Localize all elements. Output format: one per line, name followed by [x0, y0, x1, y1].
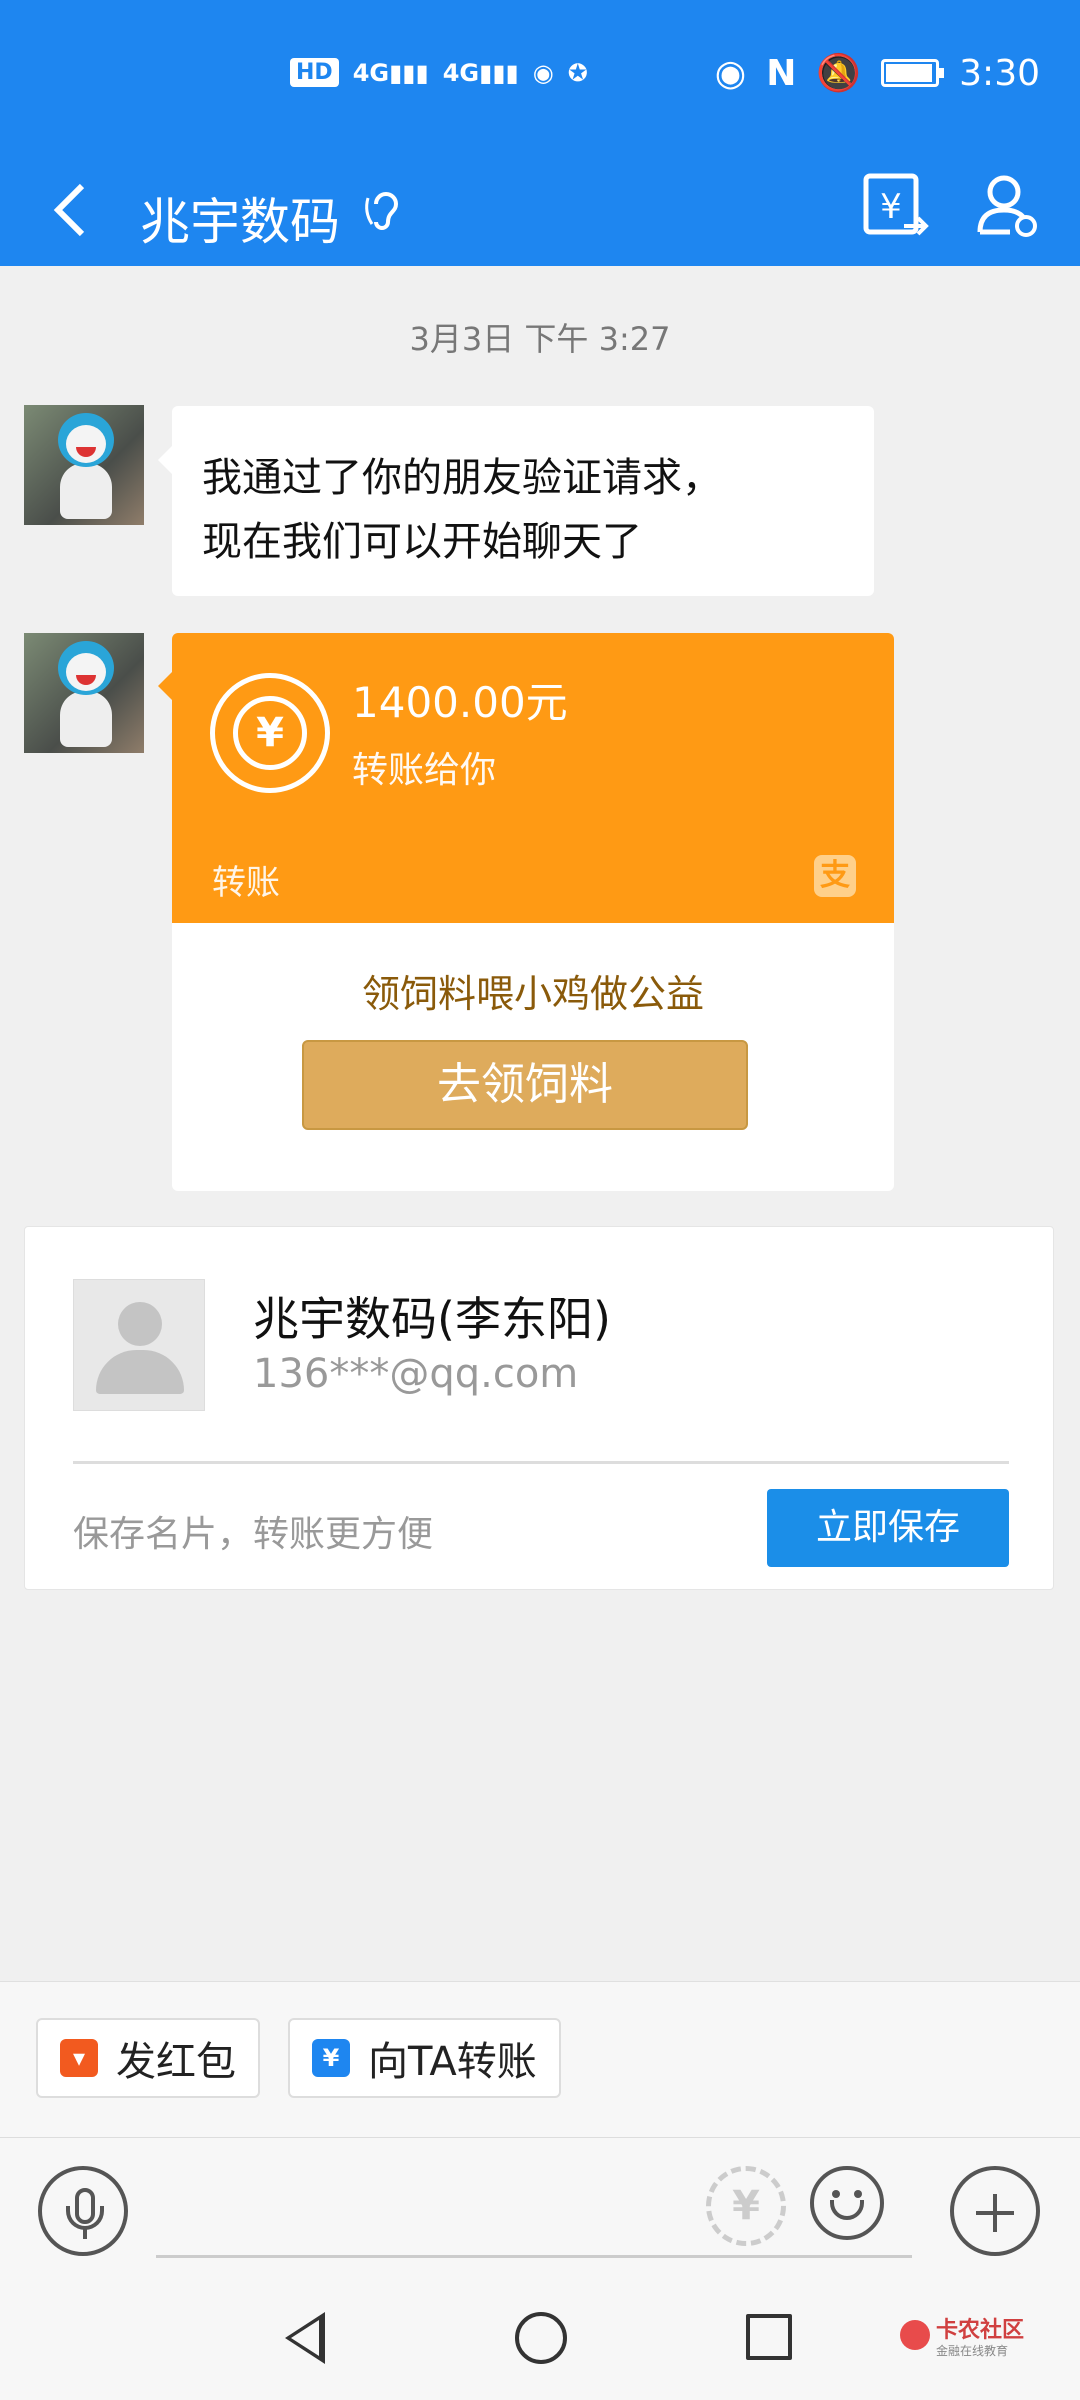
bubble-tail [158, 672, 172, 700]
ear-icon[interactable] [362, 188, 408, 244]
sync-icon: ✪ [567, 58, 588, 87]
text-message-bubble[interactable]: 我通过了你的朋友验证请求， 现在我们可以开始聊天了 [158, 406, 874, 596]
battery-icon [881, 59, 945, 87]
transfer-yen-icon: ¥ [210, 673, 330, 793]
app-notification-icon: ◉ [532, 58, 554, 87]
watermark: 卡农社区 金融在线教育 [900, 2312, 1060, 2372]
status-left-icons: HD 4G▮▮▮ 4G▮▮▮ ◉ ✪ [290, 58, 588, 87]
alipay-icon: 支 [814, 855, 856, 897]
get-feed-button[interactable]: 去领饲料 [302, 1040, 748, 1130]
mute-icon: 🔕 [816, 53, 862, 94]
red-packet-button[interactable]: ▾ 发红包 [36, 2018, 260, 2098]
contact-avatar[interactable] [24, 405, 144, 525]
svg-text:¥: ¥ [880, 187, 902, 227]
plus-icon[interactable] [950, 2166, 1040, 2256]
transfer-amount: 1400.00元 [352, 678, 568, 727]
nav-recent-icon[interactable] [746, 2314, 792, 2360]
message-line: 现在我们可以开始聊天了 [202, 519, 642, 565]
chat-title[interactable]: 兆宇数码 [140, 182, 340, 254]
transfer-yen-icon[interactable]: ¥ [860, 166, 930, 246]
nav-back-icon[interactable] [285, 2312, 325, 2364]
eye-icon: ◉ [714, 52, 747, 94]
back-icon [53, 183, 85, 237]
watermark-logo-icon [900, 2320, 930, 2350]
watermark-title: 卡农社区 [936, 2318, 1025, 2343]
chat-navbar: 兆宇数码 ¥ [0, 160, 1080, 266]
save-now-button[interactable]: 立即保存 [767, 1489, 1009, 1567]
message-timestamp: 3月3日 下午 3:27 [409, 320, 671, 358]
transfer-header[interactable]: ¥ 1400.00元 转账给你 转账 支 [172, 633, 894, 923]
nav-home-icon[interactable] [515, 2312, 567, 2364]
save-contact-card: 兆宇数码(李东阳) 136***@qq.com 保存名片，转账更方便 立即保存 [24, 1226, 1054, 1590]
emoji-icon[interactable] [810, 2166, 884, 2240]
signal-4g-icon: 4G▮▮▮ [352, 58, 429, 87]
message-input[interactable] [156, 2158, 912, 2258]
contact-account: 136***@qq.com [253, 1351, 579, 1397]
transfer-message-card[interactable]: ¥ 1400.00元 转账给你 转账 支 领饲料喂小鸡做公益 去领饲料 [172, 633, 894, 1191]
status-bar: HD 4G▮▮▮ 4G▮▮▮ ◉ ✪ ◉ N 🔕 3:30 [0, 0, 1080, 160]
status-right-icons: ◉ N 🔕 3:30 [714, 52, 1040, 95]
promo-text: 领饲料喂小鸡做公益 [361, 972, 704, 1016]
clock: 3:30 [959, 52, 1040, 94]
transfer-icon: ¥ [312, 2039, 350, 2077]
placeholder-avatar-icon [73, 1279, 205, 1411]
transfer-label: 转账 [212, 863, 280, 903]
transfer-description: 转账给你 [352, 750, 497, 791]
red-packet-label: 发红包 [116, 2039, 236, 2085]
message-input-bar: ¥ [0, 2137, 1080, 2282]
app-header: HD 4G▮▮▮ 4G▮▮▮ ◉ ✪ ◉ N 🔕 3:30 兆宇数码 ¥ [0, 0, 1080, 266]
transfer-to-ta-label: 向TA转账 [368, 2039, 537, 2085]
system-nav-bar: 卡农社区 金融在线教育 [0, 2282, 1080, 2400]
nfc-icon: N [766, 52, 797, 94]
mic-icon[interactable] [38, 2166, 128, 2256]
contact-icon[interactable] [974, 166, 1044, 246]
hd-icon: HD [290, 58, 339, 87]
contact-name: 兆宇数码(李东阳) [253, 1292, 611, 1346]
divider [73, 1461, 1009, 1464]
signal-4g-icon-2: 4G▮▮▮ [442, 58, 519, 87]
back-button[interactable] [40, 170, 100, 250]
yen-icon[interactable]: ¥ [706, 2166, 786, 2246]
message-line: 我通过了你的朋友验证请求， [202, 455, 722, 501]
save-hint: 保存名片，转账更方便 [73, 1514, 434, 1555]
red-packet-icon: ▾ [60, 2039, 98, 2077]
transfer-to-ta-button[interactable]: ¥ 向TA转账 [288, 2018, 561, 2098]
quick-action-bar: ▾ 发红包 ¥ 向TA转账 [0, 1981, 1080, 2137]
watermark-subtitle: 金融在线教育 [936, 2344, 1009, 2358]
contact-avatar[interactable] [24, 633, 144, 753]
